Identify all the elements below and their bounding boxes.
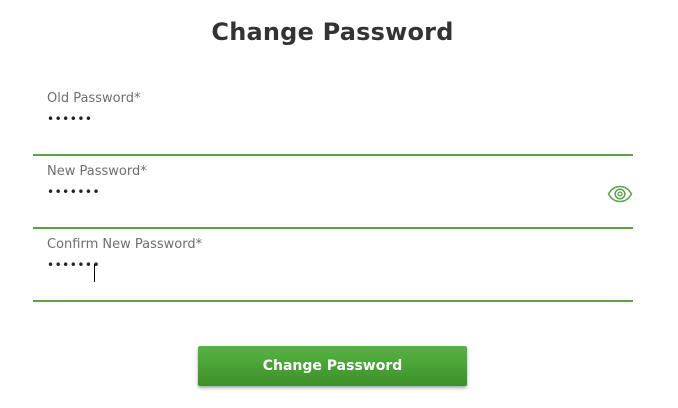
new-password-field[interactable]: New Password* ••••••• <box>33 155 633 229</box>
change-password-button[interactable]: Change Password <box>198 346 467 386</box>
old-password-label: Old Password* <box>47 91 141 106</box>
eye-icon[interactable] <box>607 185 633 203</box>
page-title: Change Password <box>211 18 454 46</box>
confirm-password-label: Confirm New Password* <box>47 237 203 252</box>
confirm-password-field[interactable]: Confirm New Password* ••••••• <box>33 228 633 302</box>
old-password-field[interactable]: Old Password* •••••• <box>33 82 633 156</box>
new-password-label: New Password* <box>47 164 147 179</box>
text-caret <box>94 264 95 282</box>
old-password-input[interactable]: •••••• <box>47 112 587 134</box>
confirm-password-input[interactable]: ••••••• <box>47 258 587 280</box>
new-password-input[interactable]: ••••••• <box>47 185 587 207</box>
